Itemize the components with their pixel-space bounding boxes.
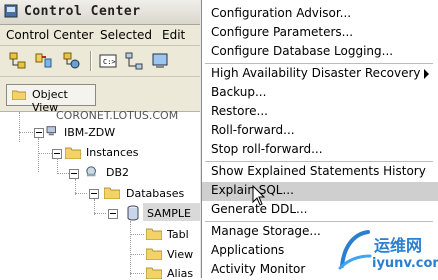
menu-item-configuration-advisor[interactable]: Configuration Advisor... [202, 5, 438, 24]
system-icon [46, 126, 57, 136]
menu-selected[interactable]: Selected [100, 28, 152, 42]
expand-toggle[interactable] [89, 189, 99, 199]
watermark-cn-text: 运维网 [374, 236, 423, 255]
instance-icon [86, 166, 96, 177]
tree-connector [19, 132, 33, 133]
menu-item-configure-database-logging[interactable]: Configure Database Logging... [202, 43, 438, 62]
tree-node-tables[interactable]: Tabl [167, 228, 189, 241]
app-icon [4, 4, 18, 18]
menu-item-label: Show Explained Statements History [211, 164, 426, 178]
menu-item-backup[interactable]: Backup... [202, 84, 438, 103]
menu-control-center[interactable]: Control Center [6, 28, 94, 42]
expand-toggle[interactable] [108, 209, 118, 219]
submenu-arrow-icon [424, 69, 429, 79]
menu-item-label: Activity Monitor [211, 262, 306, 276]
tree-connector [38, 138, 39, 172]
folder-icon [146, 248, 162, 260]
watermark-url-text: iyunv.com [372, 256, 438, 271]
toolbar-separator [90, 51, 92, 71]
folder-icon [65, 147, 81, 159]
menu-item-label: Applications [211, 243, 285, 257]
tree-node-alias[interactable]: Alias [167, 267, 193, 280]
watermark-logo-icon [338, 230, 372, 270]
menu-item-explain-sql[interactable]: Explain SQL... [202, 182, 438, 201]
tree-node-system[interactable]: IBM-ZDW [64, 126, 115, 139]
watermark: 运维网 iyunv.com [338, 228, 438, 278]
tree-node-sample[interactable]: SAMPLE [147, 207, 191, 220]
journal-icon[interactable] [150, 51, 170, 71]
tree-node-host[interactable]: CORONET.LOTUS.COM [56, 109, 178, 122]
menu-item-show-explained-statements-history[interactable]: Show Explained Statements History [202, 163, 438, 182]
tree-node-db2[interactable]: DB2 [106, 166, 129, 179]
menu-item-configure-parameters[interactable]: Configure Parameters... [202, 24, 438, 43]
tree-connector [19, 112, 20, 142]
tree-connector [130, 234, 144, 235]
menu-item-generate-ddl[interactable]: Generate DDL... [202, 201, 438, 220]
menu-item-label: Stop roll-forward... [211, 142, 323, 156]
menu-item-restore[interactable]: Restore... [202, 103, 438, 122]
menu-item-label: High Availability Disaster Recovery [211, 66, 421, 80]
menu-item-label: Restore... [211, 104, 268, 118]
folder-icon [12, 90, 26, 100]
tree-connector [130, 273, 144, 274]
tree-connector [75, 193, 87, 194]
menu-item-label: Configuration Advisor... [211, 6, 352, 20]
tree-node-instances[interactable]: Instances [86, 146, 139, 159]
tree-connector [38, 153, 52, 154]
tree-node-databases[interactable]: Databases [126, 187, 184, 200]
menu-item-hadr[interactable]: High Availability Disaster Recovery [202, 65, 438, 84]
tree-connector [130, 221, 131, 277]
menu-item-label: Configure Database Logging... [211, 44, 394, 58]
replication-icon[interactable] [34, 51, 54, 71]
tree-connector [130, 254, 144, 255]
folder-icon [104, 187, 120, 199]
folder-icon [146, 228, 162, 240]
menu-edit[interactable]: Edit [162, 28, 185, 42]
object-view-button[interactable]: Object View [6, 84, 96, 114]
tools-icon[interactable] [62, 51, 82, 71]
menu-item-label: Configure Parameters... [211, 25, 354, 39]
database-icon [127, 205, 139, 221]
menu-item-stop-roll-forward[interactable]: Stop roll-forward... [202, 141, 438, 160]
object-tree-icon[interactable] [8, 51, 28, 71]
expand-toggle[interactable] [69, 169, 79, 179]
command-editor-icon[interactable]: C:> [98, 51, 118, 71]
menu-item-label: Backup... [211, 85, 267, 99]
window-title: Control Center [24, 4, 141, 19]
mouse-pointer-icon [252, 185, 266, 206]
tree-connector [57, 173, 69, 174]
expand-toggle[interactable] [34, 128, 44, 138]
tree-connector [57, 158, 58, 174]
svg-text:C:>: C:> [103, 58, 116, 66]
folder-icon [146, 267, 162, 279]
tree-node-views[interactable]: View [167, 248, 193, 261]
task-center-icon[interactable] [124, 51, 144, 71]
tree-connector [94, 213, 106, 214]
menu-item-roll-forward[interactable]: Roll-forward... [202, 122, 438, 141]
menu-item-label: Roll-forward... [211, 123, 295, 137]
menu-item-label: Manage Storage... [211, 224, 321, 238]
